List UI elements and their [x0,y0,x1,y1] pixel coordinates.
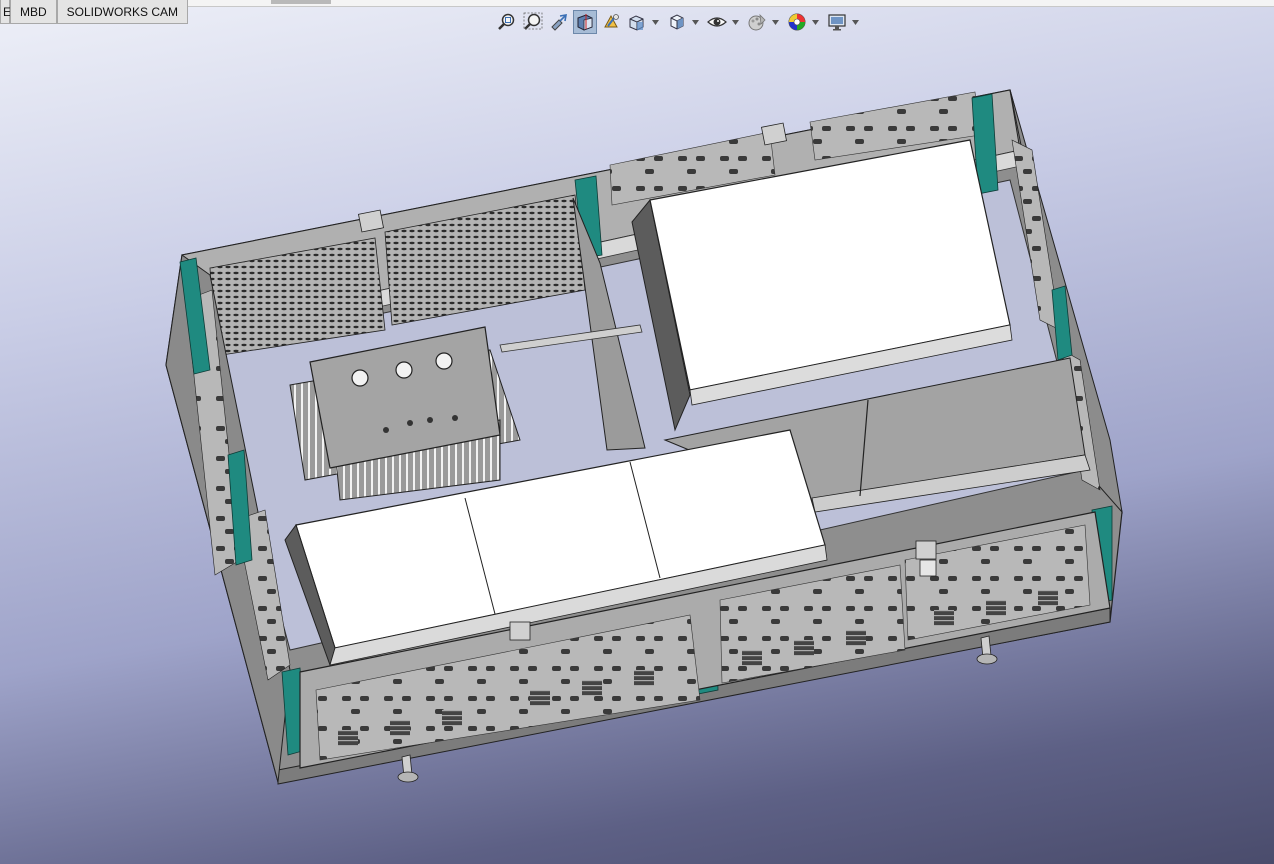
graphics-area-model[interactable] [0,0,1274,864]
